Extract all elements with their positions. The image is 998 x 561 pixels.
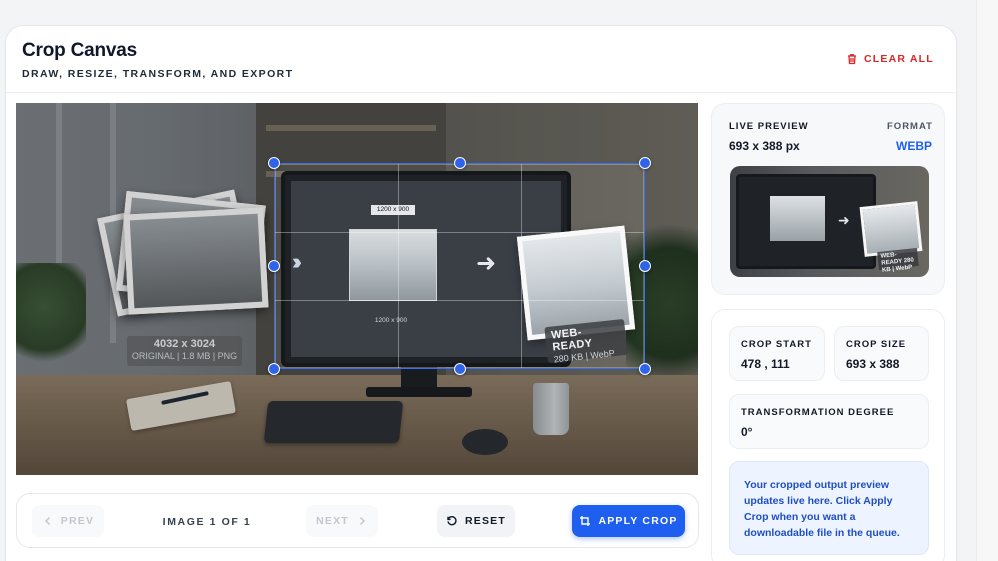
next-button[interactable]: NEXT <box>306 505 378 537</box>
original-dimensions: 4032 x 3024 <box>153 338 216 350</box>
page-scrollbar[interactable] <box>976 0 998 561</box>
scene-monitor-stand <box>401 367 437 389</box>
apply-crop-button[interactable]: APPLY CROP <box>572 505 685 537</box>
scene-mouse <box>462 429 508 455</box>
scene-monitor-base <box>366 387 472 397</box>
thumb-badge: WEB-READY 280 KB | WebP <box>877 247 919 274</box>
live-preview-label: LIVE PREVIEW <box>729 121 809 132</box>
crop-grid-line <box>397 164 399 368</box>
photo-stack <box>97 189 269 317</box>
arrow-right-icon: ➜ <box>838 212 850 228</box>
trash-icon <box>848 54 856 65</box>
page-subtitle: DRAW, RESIZE, TRANSFORM, AND EXPORT <box>22 68 294 80</box>
live-preview-size: 693 x 388 px <box>729 139 800 153</box>
chevron-right-icon <box>359 516 365 526</box>
pager-bar: PREV IMAGE 1 OF 1 NEXT RESET APPLY CROP <box>16 493 699 548</box>
crop-grid-line <box>275 299 644 301</box>
transformation-degree-stat: TRANSFORMATION DEGREE 0° <box>729 394 929 449</box>
preview-hint-note: Your cropped output preview updates live… <box>729 461 929 555</box>
original-image-label: 4032 x 3024 ORIGINAL | 1.8 MB | PNG <box>127 336 242 366</box>
image-counter: IMAGE 1 OF 1 <box>162 516 252 528</box>
preview-thumbnail: ➜ WEB-READY 280 KB | WebP <box>730 166 929 277</box>
crop-handle-top[interactable] <box>454 157 466 169</box>
crop-handle-top-left[interactable] <box>268 157 280 169</box>
apply-crop-label: APPLY CROP <box>598 515 678 527</box>
original-meta: ORIGINAL | 1.8 MB | PNG <box>131 351 238 361</box>
crop-selection[interactable] <box>274 163 645 369</box>
prev-label: PREV <box>60 515 95 527</box>
crop-handle-bottom[interactable] <box>454 363 466 375</box>
stack-photo <box>123 207 269 315</box>
transformation-degree-value: 0° <box>741 425 753 439</box>
crop-size-stat: CROP SIZE 693 x 388 <box>834 326 929 381</box>
crop-handle-bottom-left[interactable] <box>268 363 280 375</box>
clear-all-button[interactable]: CLEAR ALL <box>846 50 934 68</box>
crop-size-value: 693 x 388 <box>846 357 900 371</box>
next-label: NEXT <box>316 515 349 527</box>
crop-start-label: CROP START <box>741 339 812 350</box>
reset-label: RESET <box>464 515 506 527</box>
prev-button[interactable]: PREV <box>32 505 104 537</box>
chevron-left-icon <box>44 516 50 526</box>
crop-start-stat: CROP START 478 , 111 <box>729 326 825 381</box>
image-canvas[interactable]: 4032 x 3024 ORIGINAL | 1.8 MB | PNG ››› … <box>16 103 698 475</box>
crop-handle-bottom-right[interactable] <box>639 363 651 375</box>
crop-handle-left[interactable] <box>268 260 280 272</box>
crop-handle-top-right[interactable] <box>639 157 651 169</box>
scene-mug <box>533 383 569 435</box>
clear-all-label: CLEAR ALL <box>864 53 934 65</box>
crop-icon <box>580 516 591 526</box>
crop-grid-line <box>275 231 644 233</box>
scene-keyboard <box>263 401 404 443</box>
format-value[interactable]: WEBP <box>896 139 932 153</box>
format-label: FORMAT <box>887 121 933 132</box>
thumb-screen-image <box>770 196 825 241</box>
crop-handle-right[interactable] <box>639 260 651 272</box>
scene-shelf-board <box>266 125 436 131</box>
transformation-degree-label: TRANSFORMATION DEGREE <box>741 407 895 418</box>
page-title: Crop Canvas <box>22 40 138 61</box>
scene-plant-left <box>16 263 86 373</box>
header-divider <box>6 92 956 93</box>
crop-start-value: 478 , 111 <box>741 357 790 371</box>
rotate-ccw-icon <box>447 515 457 526</box>
crop-grid-line <box>520 164 522 368</box>
reset-button[interactable]: RESET <box>437 505 515 537</box>
crop-size-label: CROP SIZE <box>846 339 907 350</box>
